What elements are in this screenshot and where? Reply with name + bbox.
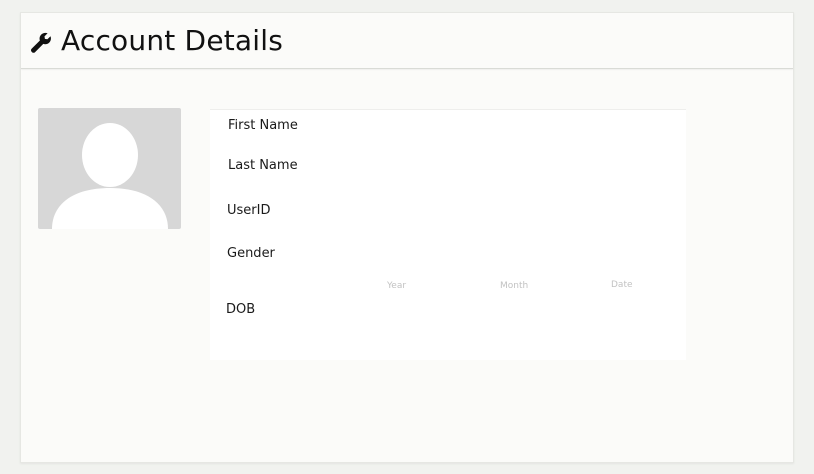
- wrench-icon: [29, 31, 53, 55]
- avatar[interactable]: [38, 108, 181, 229]
- user-silhouette-icon: [52, 123, 168, 229]
- page-title: Account Details: [61, 24, 284, 57]
- dob-year-select[interactable]: Year: [387, 281, 406, 291]
- last-name-label: Last Name: [228, 158, 298, 173]
- gender-label: Gender: [227, 246, 275, 261]
- first-name-label: First Name: [228, 118, 298, 133]
- dob-label: DOB: [226, 302, 256, 317]
- account-form: First Name Last Name UserID Gender Year …: [210, 109, 686, 360]
- dob-month-select[interactable]: Month: [500, 281, 528, 291]
- card-header: Account Details: [21, 13, 793, 69]
- userid-label: UserID: [227, 203, 271, 218]
- account-details-card: Account Details First Name Last Name Use…: [20, 12, 794, 463]
- dob-date-select[interactable]: Date: [611, 280, 633, 290]
